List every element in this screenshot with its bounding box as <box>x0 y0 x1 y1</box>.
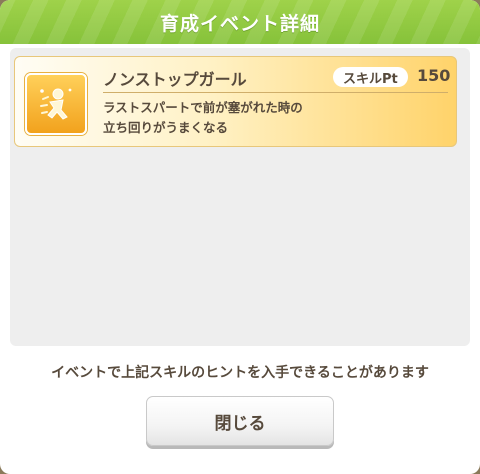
dialog-title: 育成イベント詳細 <box>159 12 320 35</box>
dialog-header: 育成イベント詳細 <box>0 0 480 44</box>
skill-card[interactable]: ノンストップガール スキルPt 150 ラストスパートで前が塞がれた時の 立ち回… <box>14 56 457 147</box>
skill-description: ラストスパートで前が塞がれた時の 立ち回りがうまくなる <box>103 98 303 138</box>
card-divider <box>103 92 448 93</box>
running-figure-icon <box>25 73 87 135</box>
skill-name: ノンストップガール <box>103 70 247 89</box>
skill-pt-badge: スキルPt <box>333 67 408 87</box>
skill-description-line: ラストスパートで前が塞がれた時の <box>103 100 303 115</box>
skill-pt-value: 150 <box>417 66 451 85</box>
dialog-content: ノンストップガール スキルPt 150 ラストスパートで前が塞がれた時の 立ち回… <box>10 48 470 346</box>
skill-description-line: 立ち回りがうまくなる <box>103 120 229 135</box>
close-button[interactable]: 閉じる <box>146 396 334 446</box>
event-detail-dialog: 育成イベント詳細 ノンストップガール スキルPt 150 ラストスパートで前が塞… <box>0 0 480 474</box>
hint-text: イベントで上記スキルのヒントを入手できることがあります <box>51 365 429 381</box>
